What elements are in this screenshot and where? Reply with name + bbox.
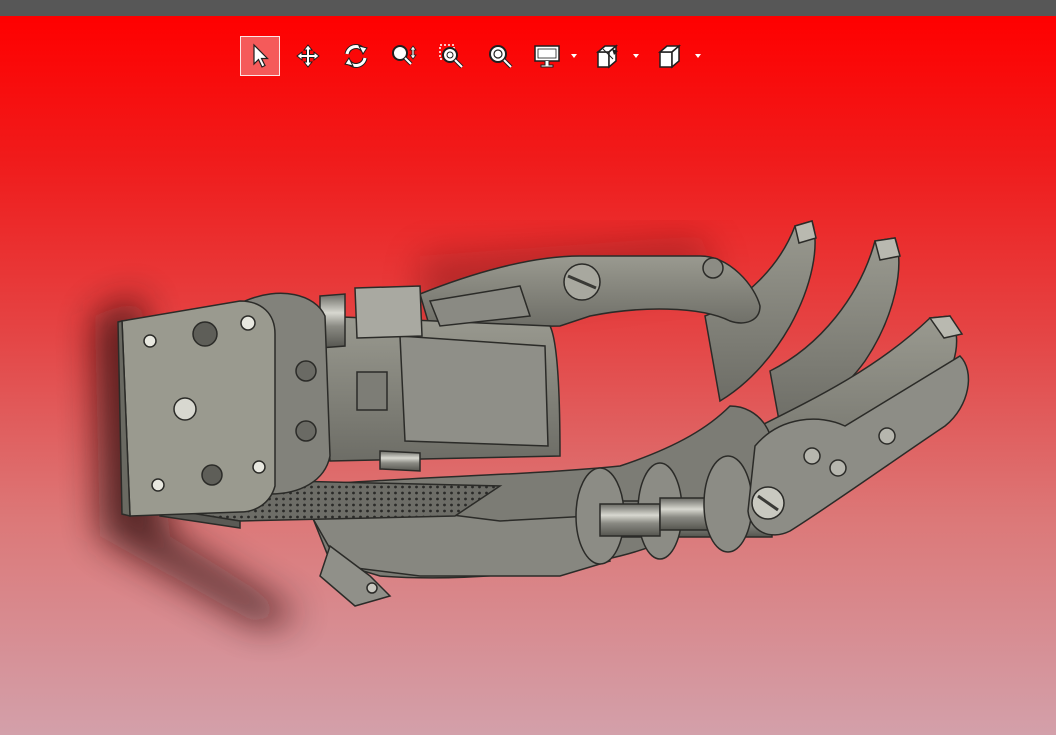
pan-tool-button[interactable] — [288, 36, 328, 76]
window-titlebar — [0, 0, 1056, 16]
standard-views-button[interactable] — [652, 36, 706, 76]
3d-viewport[interactable] — [0, 16, 1056, 735]
rotate-arrows-icon — [344, 44, 368, 68]
zoom-updown-icon — [392, 45, 417, 66]
monitor-icon — [534, 45, 560, 68]
zoom-tool-button[interactable] — [384, 36, 424, 76]
zoom-window-icon — [439, 44, 464, 69]
zoom-fit-button[interactable] — [480, 36, 520, 76]
motor-housing — [319, 285, 561, 472]
zoom-fit-icon — [489, 45, 513, 69]
chevron-down-icon[interactable] — [633, 54, 639, 58]
chevron-down-icon[interactable] — [695, 54, 701, 58]
cube-icon — [657, 44, 682, 69]
view-toolbar — [240, 35, 714, 77]
arrow-pointer-icon — [253, 43, 269, 68]
zoom-window-button[interactable] — [432, 36, 472, 76]
four-way-arrows-icon — [296, 44, 320, 68]
rotate-tool-button[interactable] — [336, 36, 376, 76]
section-box-icon — [595, 44, 619, 69]
front-mount-plate — [117, 300, 276, 517]
section-view-button[interactable] — [590, 36, 644, 76]
select-tool-button[interactable] — [240, 36, 280, 76]
display-mode-button[interactable] — [528, 36, 582, 76]
chevron-down-icon[interactable] — [571, 54, 577, 58]
robotic-gripper-model[interactable] — [0, 16, 1056, 735]
